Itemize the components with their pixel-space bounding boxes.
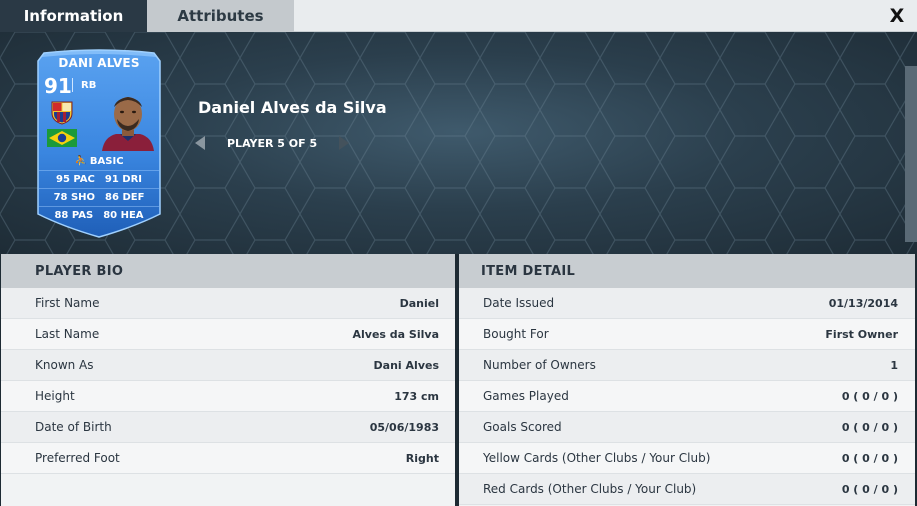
card-rating-divider <box>72 78 73 92</box>
side-scroll-tab[interactable] <box>905 66 917 242</box>
player-hero: DANI ALVES 91 RB ⛹ BASIC 95 PAC 91 DRI 7… <box>0 32 917 254</box>
card-rating: 91 <box>44 74 72 98</box>
detail-row-value: 0 ( 0 / 0 ) <box>841 451 898 465</box>
pager-label: PLAYER 5 OF 5 <box>227 136 318 150</box>
card-stat: 88 PAS <box>54 210 94 221</box>
bio-row-value: Daniel <box>399 296 439 310</box>
next-player-arrow-icon[interactable] <box>339 136 350 150</box>
card-stat: 78 SHO <box>53 192 96 203</box>
card-player-name: DANI ALVES <box>58 56 140 70</box>
detail-row-value: First Owner <box>825 327 898 341</box>
detail-row-label: Bought For <box>483 327 549 341</box>
bio-row-label: Last Name <box>35 327 100 341</box>
player-pager: PLAYER 5 OF 5 <box>195 134 350 152</box>
bio-row-label: Height <box>35 389 75 403</box>
card-style-label: BASIC <box>89 155 124 167</box>
previous-player-arrow-icon[interactable] <box>195 136 205 150</box>
detail-row-label: Red Cards (Other Clubs / Your Club) <box>483 482 697 496</box>
player-card: DANI ALVES 91 RB ⛹ BASIC 95 PAC 91 DRI 7… <box>34 49 164 239</box>
player-bio-header: PLAYER BIO <box>1 254 455 288</box>
detail-row: Games Played 0 ( 0 / 0 ) <box>459 381 915 412</box>
detail-row: Number of Owners 1 <box>459 350 915 381</box>
detail-row: Goals Scored 0 ( 0 / 0 ) <box>459 412 915 443</box>
card-stat-row: 88 PAS 80 HEA <box>39 206 159 224</box>
bio-row: Date of Birth 05/06/1983 <box>1 412 455 443</box>
bio-row-label: First Name <box>35 296 100 310</box>
bio-row: Known As Dani Alves <box>1 350 455 381</box>
detail-row: Date Issued 01/13/2014 <box>459 288 915 319</box>
card-stat: 95 PAC <box>55 174 95 185</box>
bio-row-label: Known As <box>35 358 94 372</box>
bio-row-label: Date of Birth <box>35 420 112 434</box>
card-stat-row: 78 SHO 86 DEF <box>39 188 159 206</box>
tab-information[interactable]: Information <box>0 0 147 32</box>
card-stats: 95 PAC 91 DRI 78 SHO 86 DEF 88 PAS 80 HE… <box>39 170 159 224</box>
close-button[interactable]: X <box>887 5 907 27</box>
card-stat: 80 HEA <box>103 210 144 221</box>
detail-row-value: 0 ( 0 / 0 ) <box>841 389 898 403</box>
detail-row-label: Date Issued <box>483 296 555 310</box>
bio-row-value: 05/06/1983 <box>369 420 439 434</box>
bio-row-value: Alves da Silva <box>352 327 439 341</box>
club-crest-icon <box>51 101 73 125</box>
player-silhouette-icon: ⛹ <box>74 155 87 167</box>
tab-attributes[interactable]: Attributes <box>147 0 294 32</box>
detail-row-value: 1 <box>890 358 898 372</box>
item-detail-rows: Date Issued 01/13/2014 Bought For First … <box>459 288 915 505</box>
player-full-name: Daniel Alves da Silva <box>198 98 387 117</box>
bio-row: Preferred Foot Right <box>1 443 455 474</box>
bio-row: Last Name Alves da Silva <box>1 319 455 350</box>
detail-row-label: Number of Owners <box>483 358 596 372</box>
item-detail-panel: ITEM DETAIL Date Issued 01/13/2014 Bough… <box>459 254 915 506</box>
card-chemistry-style: ⛹ BASIC <box>34 154 164 168</box>
detail-row: Yellow Cards (Other Clubs / Your Club) 0… <box>459 443 915 474</box>
card-position: RB <box>81 80 97 91</box>
card-stat: 86 DEF <box>105 192 145 203</box>
detail-row-value: 0 ( 0 / 0 ) <box>841 482 898 496</box>
detail-row: Bought For First Owner <box>459 319 915 350</box>
tab-bar: Information Attributes X <box>0 0 917 32</box>
player-portrait <box>102 97 154 151</box>
bio-row-value: Right <box>405 451 439 465</box>
brazil-flag-icon <box>47 129 77 147</box>
detail-row-label: Goals Scored <box>483 420 562 434</box>
detail-panels: PLAYER BIO First Name Daniel Last Name A… <box>0 254 917 506</box>
card-stat: 91 DRI <box>104 174 142 185</box>
player-bio-rows: First Name Daniel Last Name Alves da Sil… <box>1 288 455 474</box>
detail-row-value: 01/13/2014 <box>828 296 898 310</box>
bio-row-value: Dani Alves <box>373 358 439 372</box>
bio-row: Height 173 cm <box>1 381 455 412</box>
detail-row-label: Yellow Cards (Other Clubs / Your Club) <box>483 451 711 465</box>
bio-row-value: 173 cm <box>394 389 439 403</box>
item-detail-header: ITEM DETAIL <box>459 254 915 288</box>
detail-row: Red Cards (Other Clubs / Your Club) 0 ( … <box>459 474 915 505</box>
card-stat-row: 95 PAC 91 DRI <box>39 170 159 188</box>
detail-row-label: Games Played <box>483 389 569 403</box>
detail-row-value: 0 ( 0 / 0 ) <box>841 420 898 434</box>
bio-row: First Name Daniel <box>1 288 455 319</box>
bio-row-label: Preferred Foot <box>35 451 120 465</box>
player-bio-panel: PLAYER BIO First Name Daniel Last Name A… <box>1 254 455 506</box>
